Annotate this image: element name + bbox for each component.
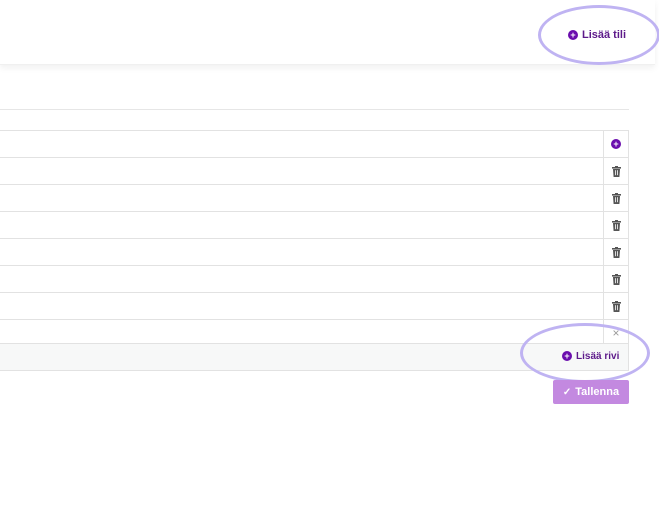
table-row (0, 185, 629, 212)
delete-row-button[interactable] (603, 185, 629, 211)
table-header-divider (0, 109, 629, 110)
trash-icon (611, 300, 621, 312)
add-row-button[interactable]: + Lisää rivi (562, 349, 619, 363)
top-bar (0, 0, 655, 65)
plus-circle-icon: + (568, 30, 578, 40)
add-row-inline-button[interactable]: + (603, 131, 629, 157)
table-row (0, 158, 629, 185)
table-row (0, 239, 629, 266)
delete-row-button[interactable] (603, 212, 629, 238)
add-account-label: Lisää tili (582, 29, 627, 41)
trash-icon (611, 192, 621, 204)
table-row (0, 293, 629, 320)
trash-icon (611, 246, 621, 258)
trash-icon (611, 165, 621, 177)
delete-row-button[interactable] (603, 158, 629, 184)
table-row (0, 212, 629, 239)
delete-row-button[interactable] (603, 293, 629, 319)
save-button[interactable]: ✓ Tallenna (553, 380, 629, 404)
table-footer-row (0, 343, 629, 371)
trash-icon (611, 273, 621, 285)
table-row (0, 266, 629, 293)
add-row-label: Lisää rivi (576, 350, 620, 362)
delete-row-button[interactable] (603, 239, 629, 265)
plus-circle-icon: + (611, 139, 621, 149)
delete-row-button[interactable] (603, 266, 629, 292)
close-icon: × (612, 326, 620, 340)
table-row: + (0, 131, 629, 158)
add-account-button[interactable]: + Lisää tili (568, 27, 626, 43)
trash-icon (611, 219, 621, 231)
check-icon: ✓ (562, 386, 572, 398)
plus-circle-icon: + (562, 351, 572, 361)
accounts-table: + × (0, 130, 629, 347)
save-label: Tallenna (575, 386, 620, 398)
